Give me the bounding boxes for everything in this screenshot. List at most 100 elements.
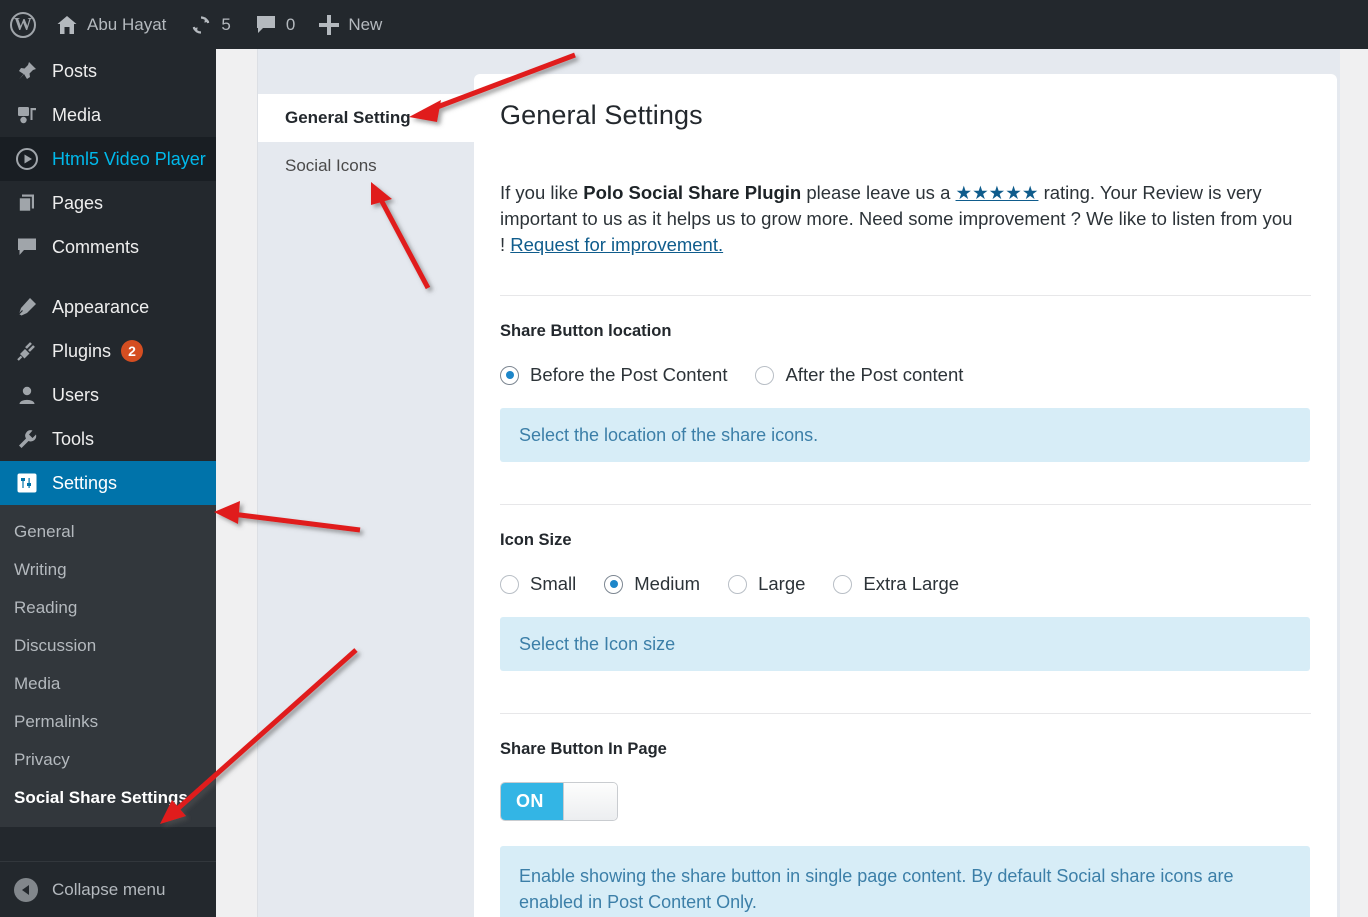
sidebar-label: Posts [52, 60, 98, 81]
submenu-item-general[interactable]: General [0, 513, 216, 551]
radio-mark [833, 574, 853, 594]
icon-size-section: Icon Size Small Medium Large Extra Large [500, 505, 1311, 681]
submenu-label: Social Share Settings [14, 788, 188, 807]
sidebar-label: Html5 Video Player [52, 148, 206, 169]
pages-icon [14, 190, 40, 216]
radio-mark [500, 365, 519, 385]
sidebar-item-comments[interactable]: Comments [0, 225, 216, 269]
site-name-label: Abu Hayat [87, 14, 167, 34]
sidebar-item-settings[interactable]: Settings [0, 461, 224, 505]
submenu-label: Privacy [14, 750, 70, 769]
wp-logo-button[interactable] [0, 0, 44, 49]
intro-text-part2: please leave us a [801, 182, 956, 203]
tab-social-icons[interactable]: Social Icons [258, 142, 474, 190]
sidebar-label: Tools [52, 428, 95, 449]
sidebar-item-media[interactable]: Media [0, 93, 216, 137]
radio-extra-large[interactable]: Extra Large [833, 573, 959, 595]
radio-label: Medium [634, 573, 701, 594]
radio-medium[interactable]: Medium [604, 573, 700, 595]
radio-mark [500, 574, 519, 594]
tab-label: Social Icons [285, 156, 377, 175]
new-content-button[interactable]: New [307, 0, 394, 49]
sidebar-item-plugins[interactable]: Plugins 2 [0, 329, 216, 373]
submenu-label: Writing [14, 560, 67, 579]
submenu-item-social-share-settings[interactable]: Social Share Settings [0, 779, 216, 817]
collapse-menu-label: Collapse menu [52, 879, 166, 899]
sidebar-item-html5-video-player[interactable]: Html5 Video Player [0, 137, 216, 181]
radio-mark [604, 574, 624, 594]
share-button-in-page-toggle[interactable]: ON [500, 782, 618, 821]
comments-count: 0 [285, 14, 296, 34]
plugin-review-notice: If you like Polo Social Share Plugin ple… [500, 180, 1300, 258]
toggle-on-label: ON [501, 783, 563, 820]
radio-mark [728, 574, 748, 594]
submenu-label: Reading [14, 598, 78, 617]
play-circle-icon [14, 146, 40, 172]
settings-content-card: General Settings If you like Polo Social… [474, 74, 1337, 917]
share-button-in-page-section: Share Button In Page ON Enable showing t… [500, 714, 1311, 917]
tab-general-setting[interactable]: General Setting [258, 94, 474, 142]
collapse-menu-button[interactable]: Collapse menu [0, 861, 216, 917]
sidebar-label: Users [52, 384, 100, 405]
share-location-help: Select the location of the share icons. [500, 408, 1310, 462]
plus-icon [319, 14, 340, 35]
share-location-radio-group: Before the Post Content After the Post c… [500, 364, 1311, 386]
page-title: General Settings [500, 100, 703, 130]
submenu-item-writing[interactable]: Writing [0, 551, 216, 589]
sidebar-label: Settings [52, 472, 118, 493]
sidebar-item-users[interactable]: Users [0, 373, 216, 417]
radio-after-post-content[interactable]: After the Post content [755, 364, 963, 386]
sidebar-item-tools[interactable]: Tools [0, 417, 216, 461]
section-label: Share Button location [500, 322, 672, 340]
radio-label: Large [758, 573, 806, 594]
sidebar-label: Pages [52, 192, 104, 213]
section-label: Icon Size [500, 531, 572, 549]
section-label: Share Button In Page [500, 740, 667, 758]
radio-label: Extra Large [863, 573, 960, 594]
comment-bubble-icon [256, 15, 275, 33]
new-label: New [348, 14, 383, 34]
submenu-label: Discussion [14, 636, 97, 655]
submenu-item-permalinks[interactable]: Permalinks [0, 703, 216, 741]
toggle-knob[interactable] [563, 783, 617, 820]
site-name-button[interactable]: Abu Hayat [44, 0, 178, 49]
submenu-item-reading[interactable]: Reading [0, 589, 216, 627]
submenu-label: General [14, 522, 75, 541]
comment-icon [14, 234, 40, 260]
settings-icon [14, 470, 40, 496]
submenu-item-media[interactable]: Media [0, 665, 216, 703]
share-button-in-page-help: Enable showing the share button in singl… [500, 846, 1310, 917]
request-improvement-link[interactable]: Request for improvement. [510, 234, 723, 255]
tab-label: General Setting [285, 108, 411, 127]
pin-icon [14, 58, 40, 84]
updates-button[interactable]: 5 [178, 0, 242, 49]
sidebar-item-pages[interactable]: Pages [0, 181, 216, 225]
admin-sidebar-menu: Posts Media Html5 Video Player Pages Com… [0, 49, 224, 917]
submenu-item-privacy[interactable]: Privacy [0, 741, 216, 779]
updates-count: 5 [221, 14, 231, 34]
submenu-item-discussion[interactable]: Discussion [0, 627, 216, 665]
radio-label: Small [530, 573, 577, 594]
radio-label: Before the Post Content [530, 364, 728, 385]
home-icon [57, 15, 77, 34]
intro-text-part1: If you like [500, 182, 584, 203]
comments-button[interactable]: 0 [243, 0, 307, 49]
sidebar-label: Appearance [52, 296, 150, 317]
radio-before-post-content[interactable]: Before the Post Content [500, 364, 727, 386]
radio-small[interactable]: Small [500, 573, 576, 595]
sidebar-item-posts[interactable]: Posts [0, 49, 216, 93]
collapse-arrow-icon [14, 877, 38, 902]
icon-size-help: Select the Icon size [500, 617, 1310, 671]
submenu-label: Permalinks [14, 712, 99, 731]
rating-stars-link[interactable]: ★★★★★ [956, 182, 1039, 203]
radio-large[interactable]: Large [728, 573, 805, 595]
active-menu-pointer [216, 475, 224, 491]
radio-label: After the Post content [785, 364, 964, 385]
share-button-location-section: Share Button location Before the Post Co… [500, 296, 1311, 472]
sidebar-label: Plugins [52, 340, 112, 361]
plug-icon [14, 338, 40, 364]
sidebar-item-appearance[interactable]: Appearance [0, 285, 216, 329]
wrench-icon [14, 426, 40, 452]
user-icon [14, 382, 40, 408]
settings-tab-list: General Setting Social Icons [258, 94, 474, 190]
